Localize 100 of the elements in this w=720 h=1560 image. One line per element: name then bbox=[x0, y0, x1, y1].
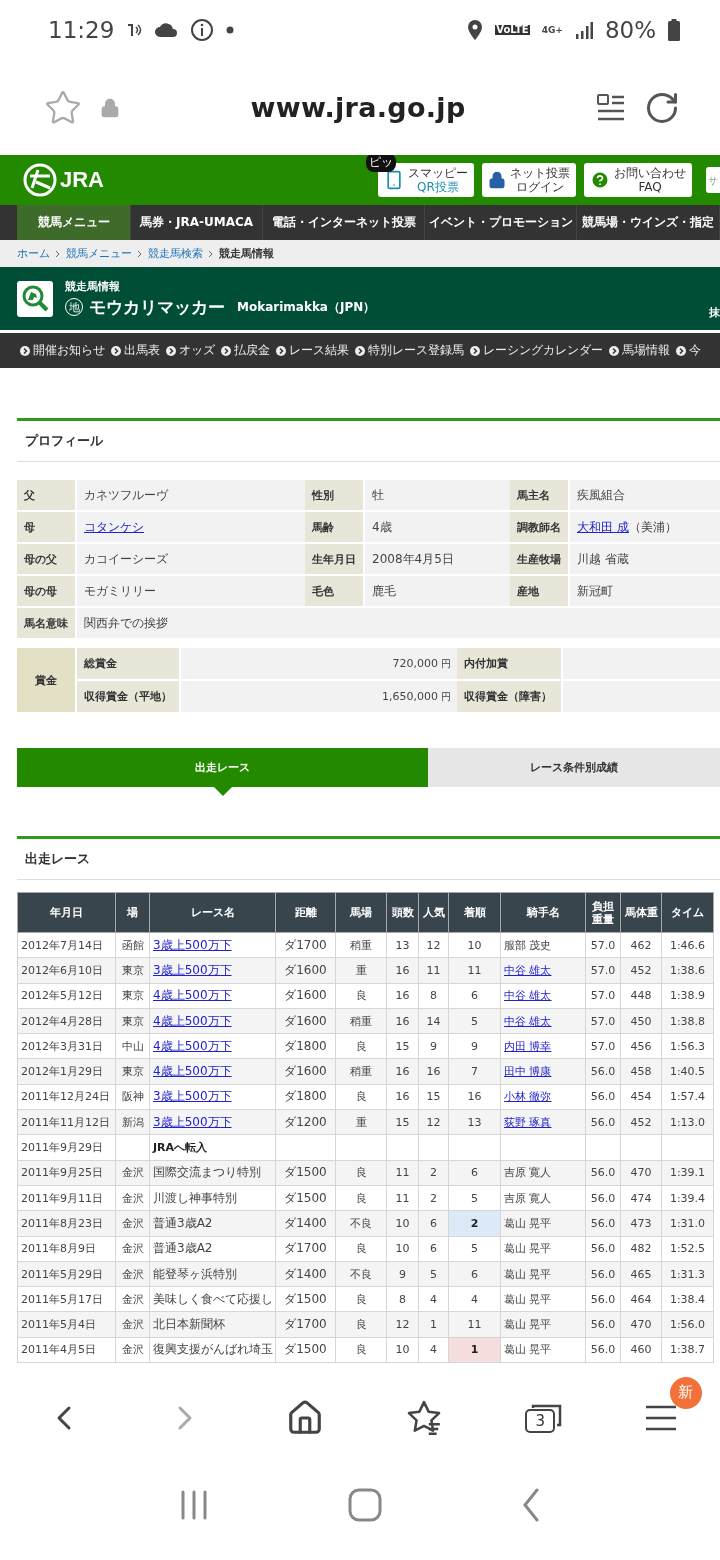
table-cell: 464 bbox=[620, 1286, 662, 1312]
sub-nav-link[interactable]: 特別レース登録馬 bbox=[355, 342, 464, 359]
table-cell: 稍重 bbox=[335, 1059, 387, 1085]
table-cell: 16 bbox=[386, 983, 419, 1009]
sub-nav-link[interactable]: オッズ bbox=[166, 342, 215, 359]
table-cell: 1:56.0 bbox=[661, 1311, 714, 1338]
header-button[interactable]: お問い合わせ FAQ bbox=[584, 163, 692, 197]
race-link[interactable]: 4歳上500万下 bbox=[153, 1038, 232, 1053]
table-cell: ダ1800 bbox=[275, 1033, 336, 1059]
race-name: 川渡し神事特別 bbox=[153, 1190, 237, 1205]
table-cell: 2012年1月29日 bbox=[17, 1059, 116, 1085]
network-label: 4G+ bbox=[541, 25, 563, 35]
table-cell: 9 bbox=[448, 1033, 501, 1059]
race-link[interactable]: 3歳上500万下 bbox=[153, 962, 232, 977]
table-cell: 56.0 bbox=[585, 1311, 621, 1338]
column-header: 騎手名 bbox=[500, 892, 586, 933]
table-cell: 1:57.4 bbox=[661, 1084, 714, 1110]
table-cell: 7 bbox=[448, 1059, 501, 1085]
profile-text: モガミリリー bbox=[84, 582, 156, 600]
race-link[interactable]: 3歳上500万下 bbox=[153, 937, 232, 952]
sub-nav-link[interactable]: 払戻金 bbox=[221, 342, 270, 359]
table-cell: 不良 bbox=[335, 1261, 387, 1287]
table-cell: 16 bbox=[386, 1059, 419, 1085]
table-cell: 5 bbox=[448, 1236, 501, 1262]
table-cell: 良 bbox=[335, 1160, 387, 1186]
table-cell: 13 bbox=[386, 932, 419, 958]
table-cell: 良 bbox=[335, 1286, 387, 1312]
reader-icon[interactable] bbox=[596, 92, 626, 123]
sub-nav-link[interactable]: 馬場情報 bbox=[609, 342, 670, 359]
jockey-name: 服部 茂史 bbox=[504, 938, 552, 952]
table-cell: 東京 bbox=[115, 983, 150, 1009]
table-cell: 454 bbox=[620, 1084, 662, 1110]
url-text[interactable]: www.jra.go.jp bbox=[138, 92, 578, 123]
table-cell: ダ1700 bbox=[275, 932, 336, 958]
logo-text: JRA bbox=[60, 167, 104, 193]
table-cell: 6 bbox=[448, 983, 501, 1009]
bookmark-star-icon[interactable] bbox=[44, 88, 82, 127]
sub-nav-link[interactable]: レーシングカレンダー bbox=[470, 342, 603, 359]
profile-text: 4歳 bbox=[372, 518, 392, 536]
race-link[interactable]: 4歳上500万下 bbox=[153, 1064, 232, 1079]
profile-label: 母の母 bbox=[17, 576, 77, 606]
chevron-circle-icon bbox=[470, 345, 480, 356]
table-cell bbox=[418, 1134, 449, 1161]
sub-nav-link[interactable]: レース結果 bbox=[276, 342, 349, 359]
header-button[interactable]: ネット投票 ログイン bbox=[482, 163, 576, 197]
back-button-icon[interactable] bbox=[520, 1488, 541, 1522]
sub-nav-link[interactable]: 開催お知らせ bbox=[20, 342, 105, 359]
jockey-link[interactable]: 中谷 雄太 bbox=[504, 989, 552, 1003]
table-cell: 4 bbox=[418, 1337, 449, 1363]
table-cell: 2011年11月12日 bbox=[17, 1109, 116, 1135]
profile-text: カネツフルーヴ bbox=[84, 486, 168, 504]
table-cell: 2011年9月11日 bbox=[17, 1185, 116, 1211]
page-caption: 競走馬情報 bbox=[65, 278, 121, 294]
jockey-link[interactable]: 小林 徹弥 bbox=[504, 1090, 552, 1104]
profile-link[interactable]: 大和田 成 bbox=[577, 518, 629, 536]
table-cell: 金沢 bbox=[115, 1185, 150, 1211]
race-name: 能登琴ヶ浜特別 bbox=[153, 1266, 237, 1281]
jockey-link[interactable]: 荻野 琢真 bbox=[504, 1115, 552, 1129]
chevron-circle-icon bbox=[676, 345, 686, 356]
table-cell bbox=[620, 1134, 662, 1161]
table-cell: 16 bbox=[418, 1059, 449, 1085]
home-button-icon[interactable] bbox=[348, 1488, 382, 1522]
breadcrumb-link[interactable]: 競馬メニュー bbox=[66, 246, 132, 261]
jockey-link[interactable]: 内田 博幸 bbox=[504, 1039, 552, 1053]
sub-nav-link[interactable]: 今 bbox=[676, 342, 701, 359]
profile-link[interactable]: コタンケシ bbox=[84, 518, 144, 536]
table-cell: 458 bbox=[620, 1059, 662, 1085]
table-cell: 470 bbox=[620, 1311, 662, 1338]
column-header: 負担重量 bbox=[585, 892, 621, 933]
table-cell: 10 bbox=[386, 1210, 419, 1237]
breadcrumb-link[interactable]: 競走馬検索 bbox=[148, 246, 203, 261]
table-cell: 474 bbox=[620, 1185, 662, 1211]
table-cell bbox=[335, 1134, 387, 1161]
profile-text: 2008年4月5日 bbox=[372, 550, 454, 568]
nav-tab[interactable]: 競馬メニュー bbox=[17, 205, 131, 240]
race-link[interactable]: 4歳上500万下 bbox=[153, 988, 232, 1003]
table-cell: 6 bbox=[418, 1236, 449, 1262]
table-cell: 重 bbox=[335, 1109, 387, 1135]
table-cell: 2011年5月29日 bbox=[17, 1261, 116, 1287]
table-cell: 2012年4月28日 bbox=[17, 1008, 116, 1034]
jockey-link[interactable]: 田中 博康 bbox=[504, 1065, 552, 1079]
table-cell: 10 bbox=[448, 932, 501, 958]
tab[interactable]: レース条件別成績 bbox=[428, 748, 720, 787]
jockey-link[interactable]: 中谷 雄太 bbox=[504, 1014, 552, 1028]
breadcrumb-link[interactable]: ホーム bbox=[17, 246, 50, 261]
table-cell: 1:31.3 bbox=[661, 1261, 714, 1287]
jockey-link[interactable]: 中谷 雄太 bbox=[504, 963, 552, 977]
table-cell: 2011年5月17日 bbox=[17, 1286, 116, 1312]
table-cell: 11 bbox=[448, 1311, 501, 1338]
table-cell: 金沢 bbox=[115, 1337, 150, 1363]
table-cell: 56.0 bbox=[585, 1286, 621, 1312]
table-cell: ダ1800 bbox=[275, 1084, 336, 1110]
search-field[interactable]: サ bbox=[706, 167, 720, 193]
race-link[interactable]: 3歳上500万下 bbox=[153, 1114, 232, 1129]
column-header: 着順 bbox=[448, 892, 501, 933]
recent-apps-icon[interactable] bbox=[179, 1490, 210, 1520]
table-cell: 1:38.6 bbox=[661, 957, 714, 984]
sub-nav-link[interactable]: 出馬表 bbox=[111, 342, 160, 359]
race-link[interactable]: 3歳上500万下 bbox=[153, 1089, 232, 1104]
race-link[interactable]: 4歳上500万下 bbox=[153, 1013, 232, 1028]
